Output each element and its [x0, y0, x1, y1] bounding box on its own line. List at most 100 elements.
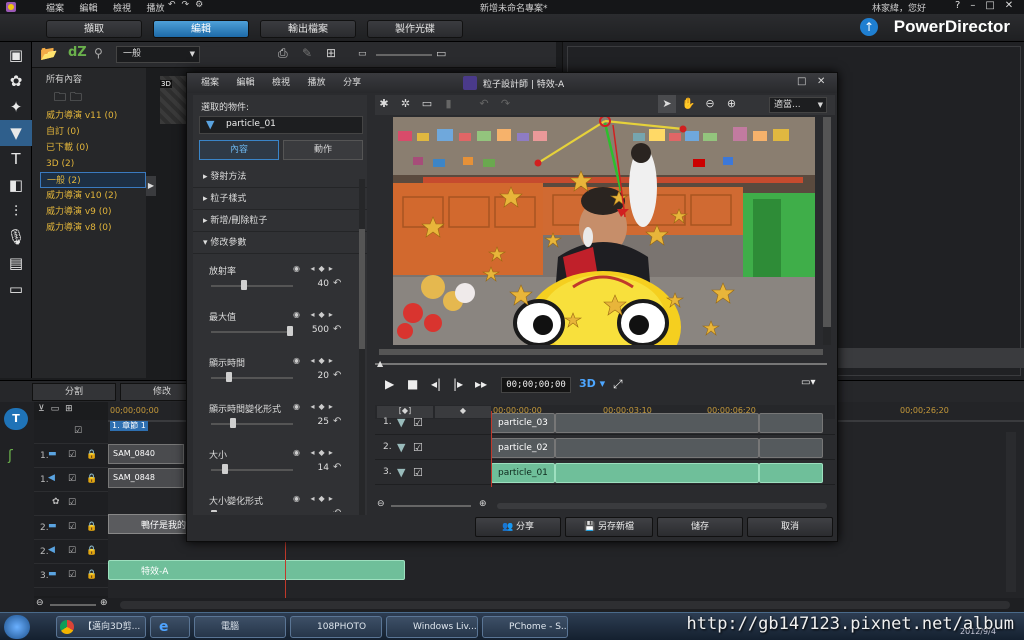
next-frame-icon[interactable]: |▸: [453, 377, 463, 391]
share-button[interactable]: 👥 分享: [475, 517, 561, 537]
reset-icon[interactable]: ↶: [333, 462, 341, 473]
track-checkbox[interactable]: ☑: [68, 522, 76, 532]
folder-icon[interactable]: 🗀: [70, 90, 82, 104]
param-slider[interactable]: [211, 331, 293, 333]
cancel-button[interactable]: 取消: [747, 517, 833, 537]
prev-frame-icon[interactable]: ◂|: [431, 377, 441, 391]
zoom-in-icon[interactable]: ⊕: [479, 499, 487, 509]
reset-icon[interactable]: ↶: [333, 278, 341, 289]
play-icon[interactable]: ▶: [385, 377, 394, 391]
particle-clip-segment[interactable]: [555, 463, 759, 483]
keyframe-add-icon[interactable]: ◉: [293, 356, 304, 365]
track-checkbox[interactable]: ☑: [413, 441, 423, 454]
preview-canvas[interactable]: [393, 117, 815, 345]
timeline-scrollbar[interactable]: [1006, 432, 1016, 592]
param-slider-knob[interactable]: [230, 418, 236, 428]
hand-tool-icon[interactable]: ✋: [680, 95, 698, 113]
tree-item-v9[interactable]: 威力導演 v9 (0): [40, 204, 146, 220]
task-ie[interactable]: e: [150, 616, 190, 638]
fit-icon[interactable]: ⊻: [38, 404, 51, 414]
track-checkbox[interactable]: ☑: [413, 466, 423, 479]
chapter-marker[interactable]: 1. 章節 1: [110, 421, 148, 431]
media-room-icon[interactable]: ▣: [0, 42, 32, 68]
dialog-close-icon[interactable]: ✕: [817, 76, 825, 87]
plugin-icon[interactable]: ⚲: [94, 46, 103, 60]
preview-vscroll[interactable]: [823, 117, 831, 345]
properties-scrollbar[interactable]: [359, 179, 365, 515]
keyframe-add-icon[interactable]: ◉: [293, 448, 304, 457]
param-slider[interactable]: [211, 285, 293, 287]
emitter-tool-icon[interactable]: ✲: [397, 95, 415, 113]
keyframe-add-icon[interactable]: ◉: [293, 402, 304, 411]
timeline-clip[interactable]: 鴨仔是我的: [108, 514, 188, 534]
menu-play[interactable]: 播放: [147, 1, 165, 14]
tab-content[interactable]: 內容: [199, 140, 279, 160]
library-thumbnail[interactable]: 3D: [160, 76, 186, 124]
track-checkbox[interactable]: ☑: [74, 426, 82, 436]
lock-icon[interactable]: 🔒: [86, 570, 97, 580]
gear-icon[interactable]: ⚙: [195, 0, 209, 10]
keyframe-prev-icon[interactable]: ◂: [311, 494, 319, 503]
menu-edit[interactable]: 編輯: [80, 1, 98, 14]
save-as-button[interactable]: 💾 另存新檔: [565, 517, 653, 537]
track-checkbox[interactable]: ☑: [413, 416, 423, 429]
menu-view[interactable]: 檢視: [113, 1, 131, 14]
undo-icon[interactable]: ↶: [168, 0, 182, 10]
start-button[interactable]: [4, 615, 30, 639]
add-to-library-icon[interactable]: ⎙: [278, 46, 288, 61]
param-slider[interactable]: [211, 377, 293, 379]
keyframe-prev-icon[interactable]: ◂: [311, 356, 319, 365]
section-particle-style[interactable]: ▸ 粒子樣式: [193, 188, 367, 210]
3d-toggle-icon[interactable]: 3D ▾: [579, 377, 605, 390]
keyframe-add-icon[interactable]: ◉: [293, 494, 304, 503]
lock-icon[interactable]: 🔒: [86, 450, 97, 460]
tree-item-v11[interactable]: 威力導演 v11 (0): [40, 108, 146, 124]
particle-room-icon[interactable]: ▼: [0, 120, 32, 146]
keyframe-prev-icon[interactable]: ◂: [311, 448, 319, 457]
collapse-library-handle[interactable]: ▶: [146, 176, 156, 196]
param-slider[interactable]: [211, 423, 293, 425]
zoom-out-icon[interactable]: ⊖: [36, 598, 44, 608]
particle-clip-03[interactable]: particle_03: [491, 413, 555, 433]
large-thumb-icon[interactable]: ▭: [436, 47, 446, 60]
thumb-size-slider[interactable]: [376, 54, 432, 56]
zoom-slider[interactable]: [50, 604, 96, 606]
chapter-room-icon[interactable]: ▤: [0, 250, 32, 276]
playhead[interactable]: [285, 542, 286, 598]
maximize-icon[interactable]: □: [985, 0, 1004, 11]
keyframe-icon[interactable]: ◆: [319, 494, 329, 503]
section-modify-params[interactable]: ▾ 修改參數: [193, 232, 367, 254]
import-folder-icon[interactable]: 📂: [40, 46, 57, 62]
fast-forward-icon[interactable]: ▸▸: [475, 377, 487, 391]
grid-view-icon[interactable]: ⊞: [326, 46, 336, 60]
param-slider-knob[interactable]: [241, 280, 247, 290]
dlg-menu-edit[interactable]: 編輯: [237, 73, 255, 93]
keyframe-add-icon[interactable]: ◉: [293, 310, 304, 319]
layer-tool-icon[interactable]: ▮: [440, 95, 458, 113]
keyframe-prev-icon[interactable]: ◂: [311, 402, 319, 411]
timeline-clip[interactable]: SAM_0840: [108, 444, 184, 464]
pip-room-icon[interactable]: ✦: [0, 94, 32, 120]
update-icon[interactable]: ↑: [860, 18, 878, 36]
reset-icon[interactable]: ↶: [333, 508, 341, 512]
keyframe-icon[interactable]: ◆: [319, 264, 329, 273]
tree-item-downloaded[interactable]: 已下載 (0): [40, 140, 146, 156]
tree-item-3d[interactable]: 3D (2): [40, 156, 146, 172]
keyframe-next-icon[interactable]: ▸: [329, 356, 337, 365]
keyframe-add-icon[interactable]: ◉: [293, 264, 304, 273]
horizontal-scrollbar[interactable]: [120, 601, 1010, 609]
track-checkbox[interactable]: ☑: [68, 450, 76, 460]
lock-icon[interactable]: 🔒: [86, 474, 97, 484]
section-add-remove[interactable]: ▸ 新增/刪除粒子: [193, 210, 367, 232]
dialog-maximize-icon[interactable]: □: [797, 76, 806, 87]
task-pchome[interactable]: PChome - S...: [482, 616, 568, 638]
keyframe-prev-icon[interactable]: ◂: [311, 264, 319, 273]
view-icon[interactable]: ▭: [51, 404, 66, 414]
track-checkbox[interactable]: ☑: [68, 570, 76, 580]
section-emit-method[interactable]: ▸ 發射方法: [193, 166, 367, 188]
library-filter-select[interactable]: 一般 ▼: [116, 46, 200, 63]
timeline-clip[interactable]: SAM_0848: [108, 468, 184, 488]
tree-item-general[interactable]: 一般 (2): [40, 172, 146, 188]
reset-icon[interactable]: ↶: [333, 324, 341, 335]
keyframe-icon[interactable]: ◆: [319, 356, 329, 365]
